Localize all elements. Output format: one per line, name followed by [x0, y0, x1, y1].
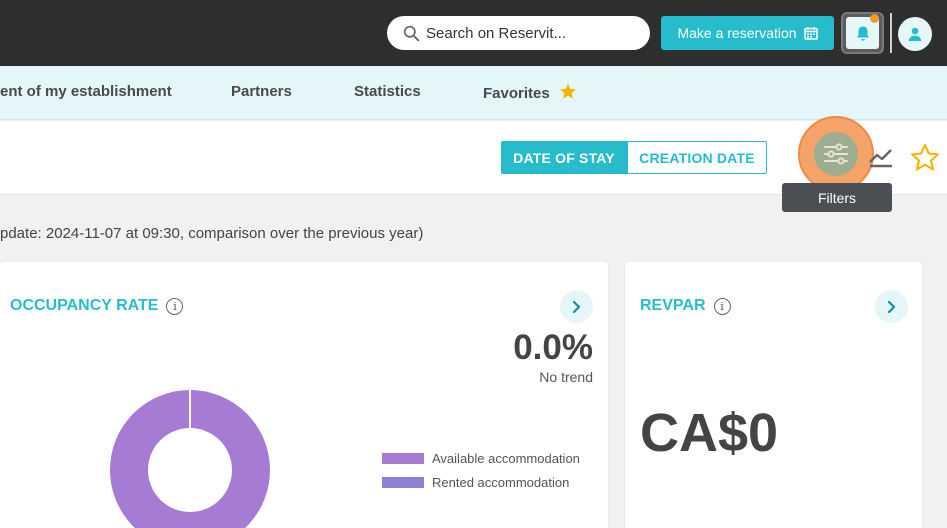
last-update-text: pdate: 2024-11-07 at 09:30, comparison o… — [0, 225, 424, 242]
date-of-stay-toggle[interactable]: DATE OF STAY — [501, 141, 627, 174]
make-reservation-button[interactable]: Make a reservation — [661, 16, 834, 50]
search-icon — [403, 25, 420, 41]
occupancy-details-button[interactable] — [560, 290, 593, 323]
occupancy-value: 0.0% — [513, 328, 593, 367]
info-icon[interactable]: i — [166, 297, 184, 315]
info-icon[interactable]: i — [713, 297, 731, 315]
notification-dot — [870, 14, 879, 23]
creation-date-toggle[interactable]: CREATION DATE — [627, 141, 767, 174]
make-reservation-label: Make a reservation — [677, 25, 797, 41]
legend-label: Available accommodation — [432, 450, 580, 466]
nav-item-establishment[interactable]: ent of my establishment — [0, 83, 172, 100]
nav-item-statistics[interactable]: Statistics — [354, 83, 421, 100]
occupancy-rate-card: OCCUPANCY RATE i 0.0% No trend Available… — [0, 262, 608, 528]
revpar-details-button[interactable] — [875, 290, 908, 323]
legend-item[interactable]: Available accommodation — [382, 446, 580, 470]
legend-swatch-rented — [382, 476, 424, 488]
nav-item-partners[interactable]: Partners — [231, 83, 292, 100]
chevron-right-icon — [887, 300, 895, 313]
top-bar: Search on Reservit... Make a reservation — [0, 0, 947, 66]
legend-swatch-available — [382, 452, 424, 464]
header-divider — [890, 13, 892, 53]
sliders-icon — [824, 143, 848, 165]
legend-label: Rented accommodation — [432, 474, 570, 490]
search-placeholder: Search on Reservit... — [426, 24, 567, 42]
nav-item-favorites-label: Favorites — [483, 85, 550, 102]
favorite-star-icon[interactable] — [910, 143, 940, 172]
revpar-card: REVPAR i CA$0 — [625, 262, 922, 528]
revpar-title: REVPAR — [640, 297, 706, 314]
search-input[interactable]: Search on Reservit... — [387, 16, 650, 50]
star-icon — [559, 83, 576, 99]
user-icon — [908, 27, 922, 41]
trend-chart-icon[interactable] — [868, 145, 894, 169]
occupancy-title: OCCUPANCY RATE — [10, 297, 159, 314]
main-nav: ent of my establishment Partners Statist… — [0, 66, 947, 120]
notifications-button[interactable] — [841, 12, 884, 54]
occupancy-trend: No trend — [539, 369, 593, 385]
chevron-right-icon — [572, 300, 580, 313]
revpar-value: CA$0 — [640, 403, 779, 463]
filters-button[interactable] — [798, 116, 874, 192]
nav-item-favorites[interactable]: Favorites — [483, 83, 577, 102]
legend-item[interactable]: Rented accommodation — [382, 470, 580, 494]
occupancy-legend: Available accommodation Rented accommoda… — [382, 446, 580, 494]
filters-tooltip: Filters — [782, 183, 892, 212]
user-avatar-button[interactable] — [898, 17, 932, 51]
occupancy-donut-chart — [110, 390, 270, 528]
calendar-icon — [803, 27, 818, 40]
bell-icon — [856, 26, 869, 41]
